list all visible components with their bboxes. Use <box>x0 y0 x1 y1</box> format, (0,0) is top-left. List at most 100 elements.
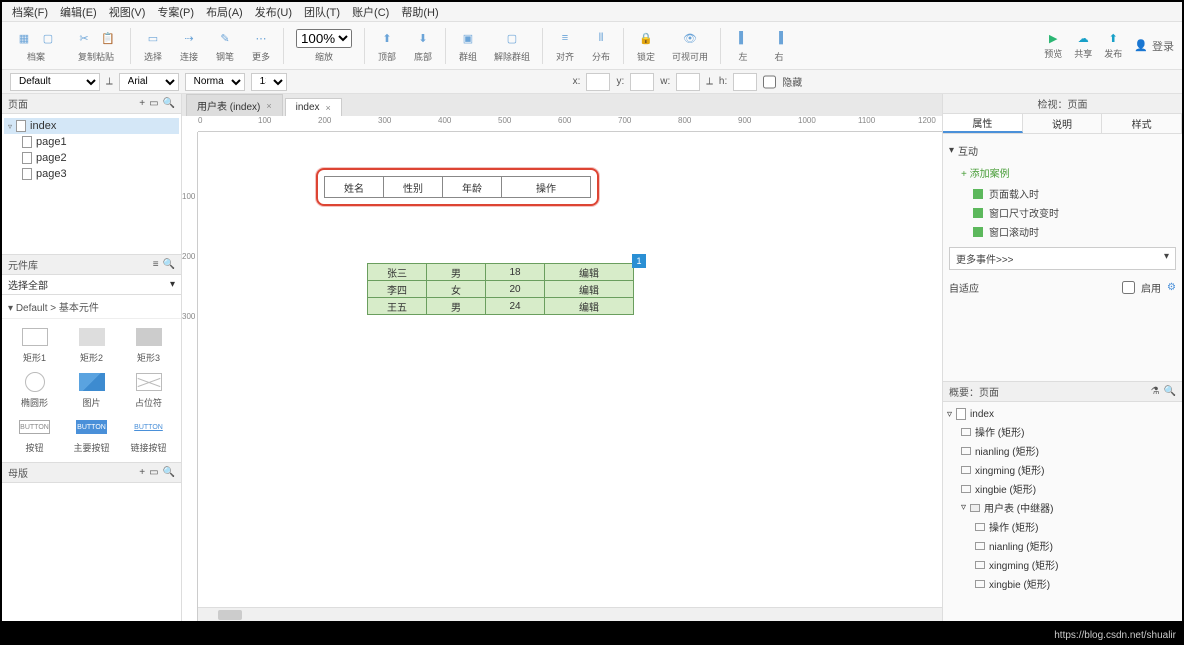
alignl-icon[interactable]: ▌ <box>733 28 753 48</box>
widget-primary-button[interactable]: BUTTON主要按钮 <box>67 417 116 454</box>
page-page2[interactable]: page2 <box>4 150 179 166</box>
scrollbar-h[interactable] <box>198 607 942 621</box>
publish-button[interactable]: ⬆发布 <box>1104 32 1122 60</box>
tab-usertable[interactable]: 用户表 (index)× <box>186 94 283 116</box>
menu-account[interactable]: 账户(C) <box>348 2 393 22</box>
event-scroll[interactable]: 窗口滚动时 <box>949 222 1176 241</box>
header-op[interactable]: 操作 <box>501 176 591 198</box>
outline-index[interactable]: ▿index <box>947 406 1178 422</box>
master-search-icon[interactable]: 🔍 <box>163 467 175 478</box>
widget-rect1[interactable]: 矩形1 <box>10 327 59 364</box>
table-header-group[interactable]: 姓名 性别 年龄 操作 <box>316 168 599 206</box>
menu-project[interactable]: 专案(P) <box>153 2 198 22</box>
outline-item[interactable]: nianling (矩形) <box>947 536 1178 555</box>
widget-category[interactable]: ▾ Default > 基本元件 <box>2 295 181 319</box>
outline-item[interactable]: xingming (矩形) <box>947 460 1178 479</box>
outline-item[interactable]: xingbie (矩形) <box>947 574 1178 593</box>
widget-ellipse[interactable]: 椭圆形 <box>10 372 59 409</box>
close-icon[interactable]: × <box>266 101 271 111</box>
menu-edit[interactable]: 编辑(E) <box>56 2 101 22</box>
outline-item[interactable]: 操作 (矩形) <box>947 422 1178 441</box>
group-icon[interactable]: ▣ <box>458 28 478 48</box>
add-master-icon[interactable]: + <box>139 467 145 478</box>
interact-section[interactable]: ▾互动 <box>949 140 1176 161</box>
widget-rect2[interactable]: 矩形2 <box>67 327 116 364</box>
x-input[interactable] <box>586 73 610 91</box>
more-events[interactable]: 更多事件>>>▾ <box>949 247 1176 270</box>
header-gender[interactable]: 性别 <box>383 176 443 198</box>
size-select[interactable]: 13 <box>251 73 287 91</box>
top-icon[interactable]: ⬆ <box>377 28 397 48</box>
hide-icon[interactable]: 👁 <box>680 28 700 48</box>
event-resize[interactable]: 窗口尺寸改变时 <box>949 203 1176 222</box>
menu-file[interactable]: 档案(F) <box>8 2 52 22</box>
close-icon[interactable]: × <box>326 103 331 113</box>
weight-select[interactable]: Normal <box>185 73 245 91</box>
hidden-check[interactable] <box>763 73 776 91</box>
paste-icon[interactable]: 📋 <box>98 28 118 48</box>
adaptive-check[interactable] <box>1122 281 1135 294</box>
outline-item[interactable]: xingming (矩形) <box>947 555 1178 574</box>
widget-select-all[interactable]: 选择全部▾ <box>2 275 181 295</box>
cut-icon[interactable]: ✂ <box>74 28 94 48</box>
page-page3[interactable]: page3 <box>4 166 179 182</box>
add-page-icon[interactable]: + <box>139 98 145 109</box>
outline-search-icon[interactable]: 🔍 <box>1164 386 1176 397</box>
connect-icon[interactable]: ⇢ <box>179 28 199 48</box>
event-pageload[interactable]: 页面载入时 <box>949 184 1176 203</box>
outline-repeater[interactable]: ▿用户表 (中继器) <box>947 498 1178 517</box>
zoom-select[interactable]: 100% <box>296 29 352 48</box>
file-icon[interactable]: ▦ <box>14 28 34 48</box>
data-table[interactable]: 1 张三男18编辑 李四女20编辑 王五男24编辑 <box>368 264 634 315</box>
tab-index[interactable]: index× <box>285 98 342 116</box>
page-index[interactable]: ▿index <box>4 118 179 134</box>
canvas[interactable]: 姓名 性别 年龄 操作 1 张三男18编辑 李四女20编辑 王五男24编辑 <box>198 132 942 621</box>
tab-properties[interactable]: 属性 <box>943 114 1023 133</box>
menu-view[interactable]: 视图(V) <box>105 2 150 22</box>
folder-icon[interactable]: ▭ <box>149 98 158 109</box>
widget-rect3[interactable]: 矩形3 <box>124 327 173 364</box>
filter-icon[interactable]: ⚗ <box>1151 386 1160 397</box>
y-input[interactable] <box>630 73 654 91</box>
widget-search-icon[interactable]: 🔍 <box>163 259 175 270</box>
outline-item[interactable]: 操作 (矩形) <box>947 517 1178 536</box>
ungroup-icon[interactable]: ▢ <box>502 28 522 48</box>
watermark: https://blog.csdn.net/shualir <box>1054 630 1176 641</box>
more-icon[interactable]: ⋯ <box>251 28 271 48</box>
add-case-button[interactable]: + 添加案例 <box>949 161 1176 184</box>
share-button[interactable]: ☁共享 <box>1074 32 1092 60</box>
outline-item[interactable]: xingbie (矩形) <box>947 479 1178 498</box>
widget-image[interactable]: 图片 <box>67 372 116 409</box>
menu-team[interactable]: 团队(T) <box>300 2 344 22</box>
file2-icon[interactable]: ▢ <box>38 28 58 48</box>
widget-link-button[interactable]: BUTTON链接按钮 <box>124 417 173 454</box>
dist-icon[interactable]: ⦀ <box>591 28 611 48</box>
select-icon[interactable]: ▭ <box>143 28 163 48</box>
widget-placeholder[interactable]: 占位符 <box>124 372 173 409</box>
w-input[interactable] <box>676 73 700 91</box>
search-icon[interactable]: 🔍 <box>163 98 175 109</box>
master-folder-icon[interactable]: ▭ <box>149 467 158 478</box>
page-page1[interactable]: page1 <box>4 134 179 150</box>
widget-opts-icon[interactable]: ≡ <box>153 259 159 270</box>
alignr-icon[interactable]: ▐ <box>769 28 789 48</box>
header-age[interactable]: 年龄 <box>442 176 502 198</box>
pen-icon[interactable]: ✎ <box>215 28 235 48</box>
align-icon[interactable]: ≡ <box>555 28 575 48</box>
adaptive-settings-icon[interactable]: ⚙ <box>1167 282 1176 293</box>
tab-notes[interactable]: 说明 <box>1023 114 1103 133</box>
style-select[interactable]: Default <box>10 73 100 91</box>
widget-button[interactable]: BUTTON按钮 <box>10 417 59 454</box>
header-name[interactable]: 姓名 <box>324 176 384 198</box>
h-input[interactable] <box>733 73 757 91</box>
menu-arrange[interactable]: 布局(A) <box>202 2 247 22</box>
outline-item[interactable]: nianling (矩形) <box>947 441 1178 460</box>
font-select[interactable]: Arial <box>119 73 179 91</box>
menu-publish[interactable]: 发布(U) <box>251 2 296 22</box>
lock-icon[interactable]: 🔒 <box>636 28 656 48</box>
bottom-icon[interactable]: ⬇ <box>413 28 433 48</box>
login-button[interactable]: 👤登录 <box>1134 38 1174 54</box>
menu-help[interactable]: 帮助(H) <box>397 2 442 22</box>
tab-style[interactable]: 样式 <box>1102 114 1182 133</box>
preview-button[interactable]: ▶预览 <box>1044 32 1062 60</box>
